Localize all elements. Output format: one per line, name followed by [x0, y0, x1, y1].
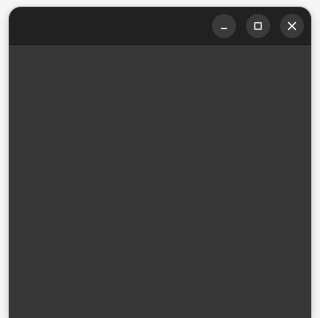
minimize-button[interactable]: [212, 14, 236, 38]
maximize-icon: [254, 22, 262, 30]
window-content-area: [9, 45, 311, 318]
maximize-button[interactable]: [246, 14, 270, 38]
close-icon: [287, 21, 297, 31]
app-window: [9, 7, 311, 318]
close-button[interactable]: [280, 14, 304, 38]
minimize-icon: [221, 27, 227, 30]
title-bar[interactable]: [9, 7, 311, 45]
